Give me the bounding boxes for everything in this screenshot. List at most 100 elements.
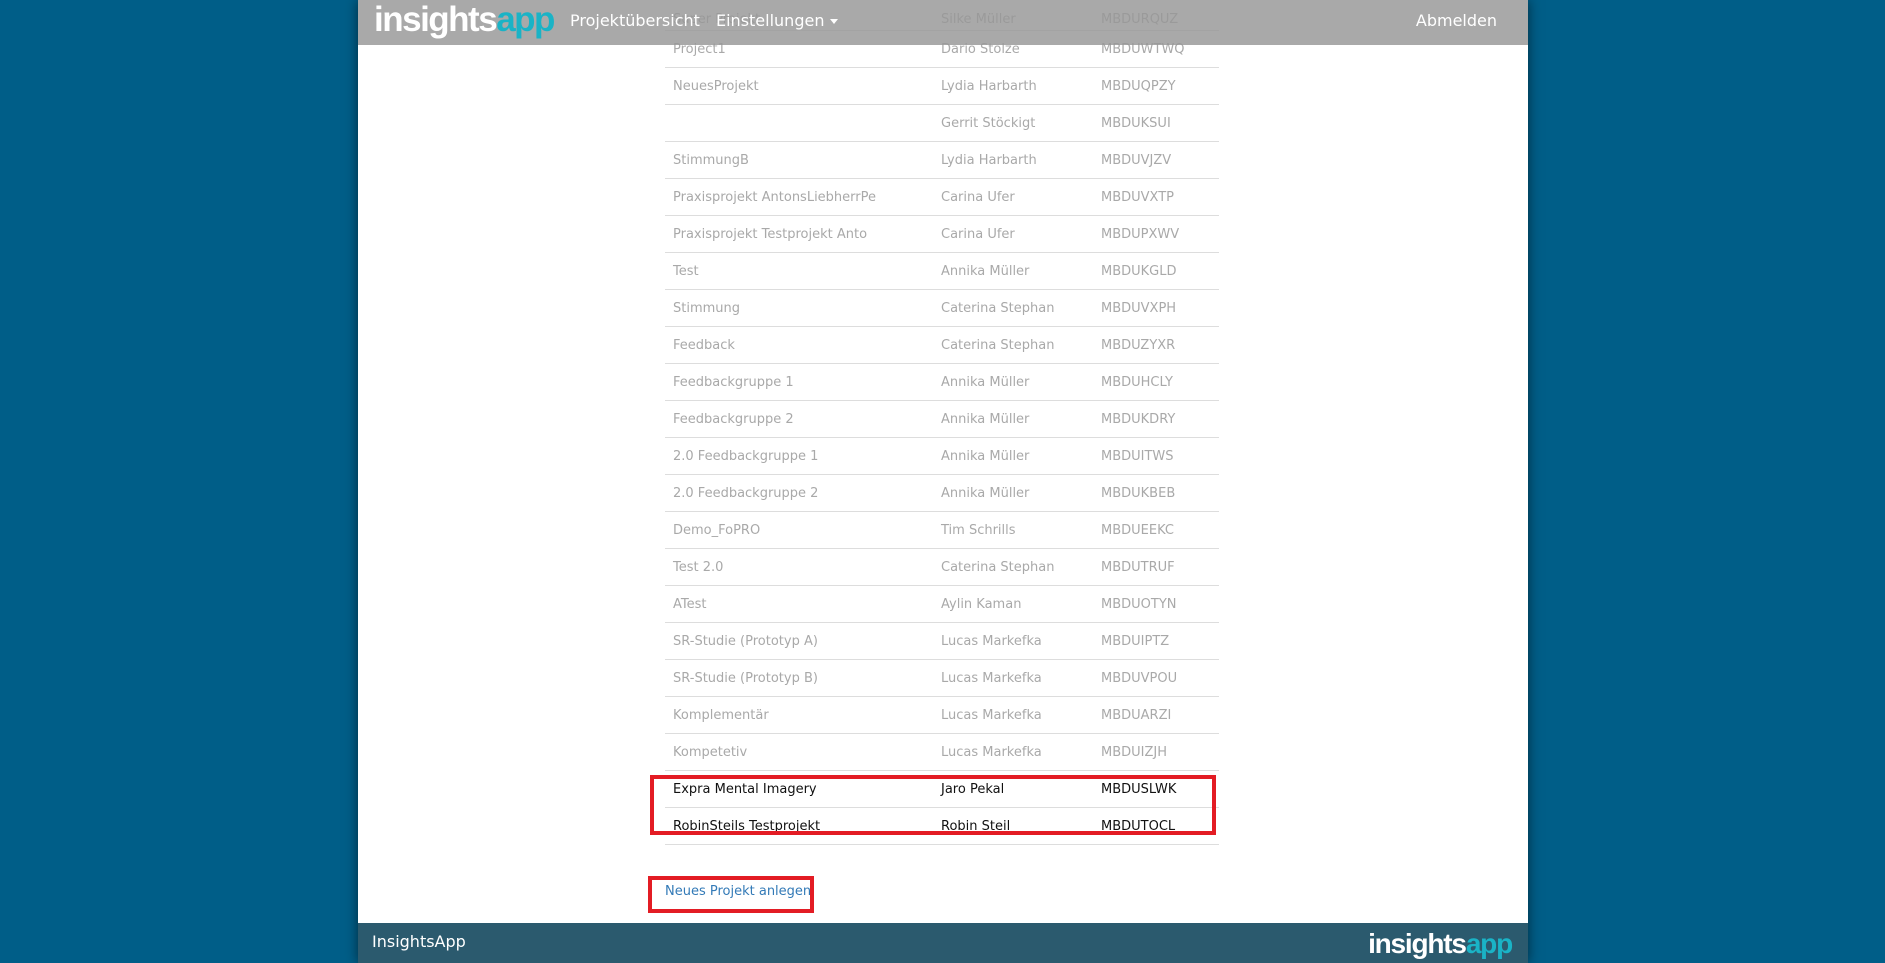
project-row[interactable]: Test Annika Müller MBDUKGLD xyxy=(665,252,1219,290)
project-name-cell: RobinSteils Testprojekt xyxy=(665,807,933,845)
project-code-cell: MBDUTOCL xyxy=(1093,807,1219,845)
project-row[interactable]: Feedbackgruppe 2 Annika Müller MBDUKDRY xyxy=(665,400,1219,438)
project-row[interactable]: StimmungB Lydia Harbarth MBDUVJZV xyxy=(665,141,1219,179)
project-name-cell: Komplementär xyxy=(665,696,933,734)
project-row[interactable]: 2.0 Feedbackgruppe 2 Annika Müller MBDUKBE… xyxy=(665,474,1219,512)
project-table-wrapper: Super ProjektSilke MüllerMBDURQUZProject… xyxy=(665,0,1219,845)
caret-down-icon xyxy=(830,19,839,24)
project-code-cell: MBDUTRUF xyxy=(1093,548,1219,586)
project-name-cell: SR-Studie (Prototyp B) xyxy=(665,659,933,697)
project-code-cell: MBDUOTYN xyxy=(1093,585,1219,623)
project-owner-cell: Carina Ufer xyxy=(933,178,1093,216)
project-code-cell: MBDUVJZV xyxy=(1093,141,1219,179)
project-owner-cell: Caterina Stephan xyxy=(933,548,1093,586)
footer-logo: insightsapp xyxy=(1368,923,1513,963)
project-owner-cell: Annika Müller xyxy=(933,400,1093,438)
project-name-cell: ATest xyxy=(665,585,933,623)
brand-logo-part1: insights xyxy=(374,0,498,39)
project-row[interactable]: Expra Mental Imagery Jaro Pekal MBDUSLWK xyxy=(665,770,1219,808)
project-row[interactable]: 2.0 Feedbackgruppe 1 Annika Müller MBDUITW… xyxy=(665,437,1219,475)
project-owner-cell: Gerrit Stöckigt xyxy=(933,104,1093,142)
project-table-body: Super ProjektSilke MüllerMBDURQUZProject… xyxy=(665,0,1219,845)
project-code-cell: MBDUQPZY xyxy=(1093,67,1219,105)
project-owner-cell: Jaro Pekal xyxy=(933,770,1093,808)
project-row[interactable]: SR-Studie (Prototyp B) Lucas Markefka MBDU… xyxy=(665,659,1219,697)
footer-logo-part2: app xyxy=(1465,928,1513,959)
project-code-cell: MBDUZYXR xyxy=(1093,326,1219,364)
project-code-cell: MBDUIZJH xyxy=(1093,733,1219,771)
nav-logout[interactable]: Abmelden xyxy=(1416,0,1497,42)
project-owner-cell: Lucas Markefka xyxy=(933,622,1093,660)
project-name-cell: Feedback xyxy=(665,326,933,364)
project-code-cell: MBDUVPOU xyxy=(1093,659,1219,697)
project-row[interactable]: Feedbackgruppe 1 Annika Müller MBDUHCLY xyxy=(665,363,1219,401)
project-code-cell: MBDUKDRY xyxy=(1093,400,1219,438)
project-code-cell: MBDUSLWK xyxy=(1093,770,1219,808)
project-row[interactable]: Komplementär Lucas Markefka MBDUARZI xyxy=(665,696,1219,734)
project-owner-cell: Caterina Stephan xyxy=(933,326,1093,364)
project-name-cell: 2.0 Feedbackgruppe 2 xyxy=(665,474,933,512)
project-owner-cell: Lydia Harbarth xyxy=(933,141,1093,179)
nav-settings-dropdown[interactable]: Einstellungen xyxy=(716,0,839,42)
project-table: Super ProjektSilke MüllerMBDURQUZProject… xyxy=(665,0,1219,845)
project-row[interactable]: Gerrit Stöckigt MBDUKSUI xyxy=(665,104,1219,142)
project-code-cell: MBDUARZI xyxy=(1093,696,1219,734)
project-row[interactable]: ATest Aylin Kaman MBDUOTYN xyxy=(665,585,1219,623)
project-row[interactable]: RobinSteils Testprojekt Robin Steil MBDUTO… xyxy=(665,807,1219,845)
project-owner-cell: Annika Müller xyxy=(933,363,1093,401)
project-row[interactable]: Feedback Caterina Stephan MBDUZYXR xyxy=(665,326,1219,364)
brand-logo[interactable]: insightsapp xyxy=(374,0,555,45)
project-code-cell: MBDUKGLD xyxy=(1093,252,1219,290)
project-owner-cell: Annika Müller xyxy=(933,437,1093,475)
brand-logo-part2: app xyxy=(496,0,555,39)
project-name-cell: Stimmung xyxy=(665,289,933,327)
project-owner-cell: Lydia Harbarth xyxy=(933,67,1093,105)
project-name-cell xyxy=(665,104,933,142)
project-row[interactable]: Praxisprojekt Testprojekt Anto Carina Ufe… xyxy=(665,215,1219,253)
project-code-cell: MBDUEEKC xyxy=(1093,511,1219,549)
project-name-cell: Praxisprojekt Testprojekt Anto xyxy=(665,215,933,253)
project-row[interactable]: Kompetetiv Lucas Markefka MBDUIZJH xyxy=(665,733,1219,771)
project-name-cell: Expra Mental Imagery xyxy=(665,770,933,808)
nav-settings-label: Einstellungen xyxy=(716,11,825,30)
project-owner-cell: Lucas Markefka xyxy=(933,733,1093,771)
project-name-cell: Test xyxy=(665,252,933,290)
project-owner-cell: Aylin Kaman xyxy=(933,585,1093,623)
project-owner-cell: Tim Schrills xyxy=(933,511,1093,549)
project-row[interactable]: SR-Studie (Prototyp A) Lucas Markefka MBDU… xyxy=(665,622,1219,660)
project-name-cell: StimmungB xyxy=(665,141,933,179)
project-owner-cell: Annika Müller xyxy=(933,474,1093,512)
project-code-cell: MBDUVXPH xyxy=(1093,289,1219,327)
project-row[interactable]: Praxisprojekt AntonsLiebherrPe Carina Ufe… xyxy=(665,178,1219,216)
project-code-cell: MBDUKSUI xyxy=(1093,104,1219,142)
project-name-cell: SR-Studie (Prototyp A) xyxy=(665,622,933,660)
project-owner-cell: Carina Ufer xyxy=(933,215,1093,253)
project-name-cell: Demo_FoPRO xyxy=(665,511,933,549)
project-row[interactable]: Demo_FoPRO Tim Schrills MBDUEEKC xyxy=(665,511,1219,549)
project-name-cell: Kompetetiv xyxy=(665,733,933,771)
project-name-cell: Feedbackgruppe 1 xyxy=(665,363,933,401)
project-name-cell: Praxisprojekt AntonsLiebherrPe xyxy=(665,178,933,216)
project-owner-cell: Lucas Markefka xyxy=(933,659,1093,697)
footer-logo-part1: insights xyxy=(1368,928,1467,959)
project-owner-cell: Robin Steil xyxy=(933,807,1093,845)
project-code-cell: MBDUVXTP xyxy=(1093,178,1219,216)
project-name-cell: Feedbackgruppe 2 xyxy=(665,400,933,438)
project-code-cell: MBDUKBEB xyxy=(1093,474,1219,512)
project-code-cell: MBDUPXWV xyxy=(1093,215,1219,253)
project-owner-cell: Caterina Stephan xyxy=(933,289,1093,327)
project-code-cell: MBDUIPTZ xyxy=(1093,622,1219,660)
new-project-link[interactable]: Neues Projekt anlegen xyxy=(665,884,811,899)
project-code-cell: MBDUITWS xyxy=(1093,437,1219,475)
project-row[interactable]: NeuesProjekt Lydia Harbarth MBDUQPZY xyxy=(665,67,1219,105)
project-row[interactable]: Test 2.0 Caterina Stephan MBDUTRUF xyxy=(665,548,1219,586)
nav-project-overview[interactable]: Projektübersicht xyxy=(570,0,700,42)
top-navbar: insightsapp Projektübersicht Einstellung… xyxy=(358,0,1528,45)
page-container: Super ProjektSilke MüllerMBDURQUZProject… xyxy=(358,0,1528,963)
project-name-cell: 2.0 Feedbackgruppe 1 xyxy=(665,437,933,475)
footer: InsightsApp insightsapp xyxy=(358,923,1528,963)
project-code-cell: MBDUHCLY xyxy=(1093,363,1219,401)
project-name-cell: NeuesProjekt xyxy=(665,67,933,105)
project-owner-cell: Annika Müller xyxy=(933,252,1093,290)
project-row[interactable]: Stimmung Caterina Stephan MBDUVXPH xyxy=(665,289,1219,327)
